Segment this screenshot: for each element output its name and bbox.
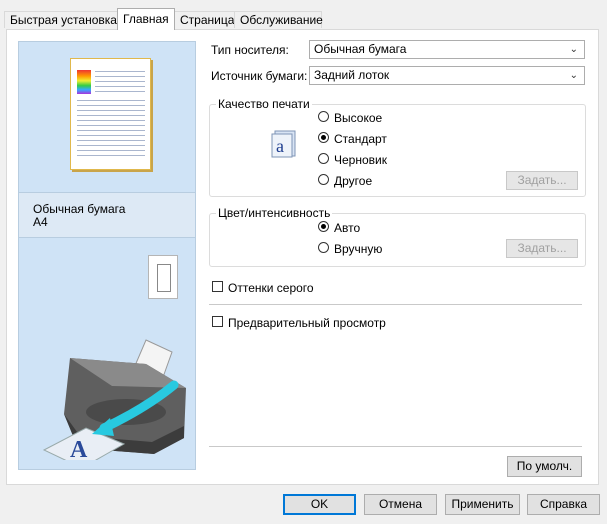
apply-button[interactable]: Применить (445, 494, 520, 515)
color-intensity-legend: Цвет/интенсивность (218, 206, 331, 220)
tab-page-setup[interactable]: Страница (174, 11, 235, 28)
tab-main[interactable]: Главная (117, 8, 175, 30)
svg-text:a: a (276, 136, 284, 156)
divider (209, 304, 582, 305)
color-set-button[interactable]: Задать... (506, 239, 578, 258)
paper-source-icon (148, 255, 178, 299)
media-type-select[interactable]: Обычная бумага ⌄ (309, 40, 585, 59)
tab-quick-setup[interactable]: Быстрая установка (4, 11, 118, 28)
chevron-down-icon: ⌄ (569, 70, 578, 81)
tab-maintenance[interactable]: Обслуживание (234, 11, 323, 28)
media-info-box: Обычная бумага A4 (19, 192, 195, 238)
media-type-value: Обычная бумага (314, 42, 407, 56)
paper-size-summary: A4 (33, 215, 48, 229)
divider (209, 446, 582, 447)
page-preview-thumbnail (70, 58, 151, 170)
color-image-swatch (77, 70, 91, 94)
ok-button[interactable]: OK (283, 494, 356, 515)
paper-source-select[interactable]: Задний лоток ⌄ (309, 66, 585, 85)
print-quality-legend: Качество печати (218, 97, 310, 111)
media-type-summary: Обычная бумага (33, 202, 126, 216)
defaults-button[interactable]: По умолч. (507, 456, 582, 477)
media-type-label: Тип носителя: (211, 43, 289, 57)
svg-text:A: A (70, 437, 88, 460)
cancel-button[interactable]: Отмена (364, 494, 437, 515)
settings-preview: Обычная бумага A4 A (18, 41, 196, 470)
paper-source-label: Источник бумаги: (211, 69, 308, 83)
quality-set-button[interactable]: Задать... (506, 171, 578, 190)
help-button[interactable]: Справка (527, 494, 600, 515)
printer-illustration: A (42, 339, 186, 460)
paper-source-value: Задний лоток (314, 68, 390, 82)
print-quality-icon: a (271, 130, 296, 158)
chevron-down-icon: ⌄ (569, 44, 578, 55)
